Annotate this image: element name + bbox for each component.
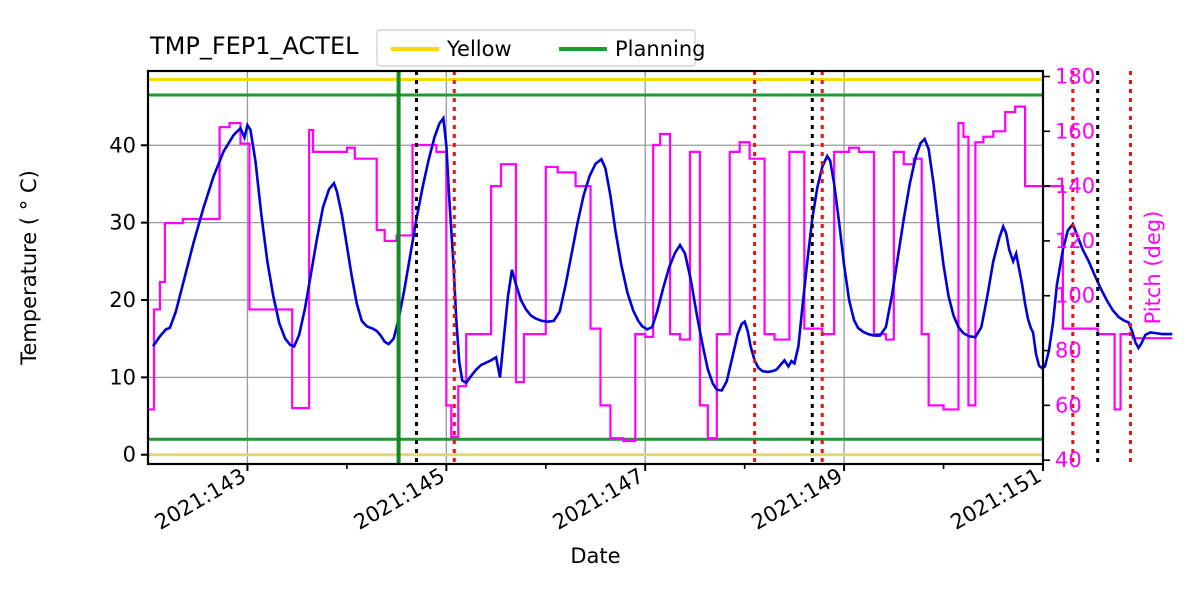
x-tick-label-2021:143: 2021:143 — [151, 464, 250, 535]
x-tick-label-2021:145: 2021:145 — [350, 464, 449, 535]
x-axis: 2021:143 2021:145 2021:147 2021:149 2021:151… — [151, 464, 1046, 568]
x-axis-title: Date — [570, 544, 620, 568]
y-right-tick-label-160: 160 — [1055, 119, 1095, 143]
limit-lines — [148, 78, 1043, 457]
y-tick-label-20: 20 — [109, 288, 136, 312]
y-right-tick-label-100: 100 — [1055, 284, 1095, 308]
axes-frame — [146, 69, 1045, 466]
y-axis-title-right: Pitch (deg) — [1141, 211, 1165, 325]
legend-label-planning: Planning — [615, 37, 705, 61]
y-right-tick-label-40: 40 — [1055, 448, 1082, 472]
title-area: TMP_FEP1_ACTEL — [149, 32, 359, 60]
chart-title: TMP_FEP1_ACTEL — [149, 32, 359, 60]
chart-figure: 0 10 20 30 40 Temperature ( ° C) 40 60 80 100 120 1… — [0, 0, 1200, 600]
y-axis-left: 0 10 20 30 40 Temperature ( ° C) — [17, 133, 148, 467]
legend-label-yellow: Yellow — [446, 37, 512, 61]
series-pitch — [148, 105, 1173, 443]
y-tick-label-0: 0 — [123, 443, 136, 467]
chart-canvas: 0 10 20 30 40 Temperature ( ° C) 40 60 80 100 120 1… — [17, 29, 1173, 568]
y-tick-label-10: 10 — [109, 365, 136, 389]
x-tick-label-2021:149: 2021:149 — [747, 464, 846, 535]
y-axis-right: 40 60 80 100 120 140 160 180 Pitch (deg) — [1043, 64, 1165, 472]
x-tick-label-2021:151: 2021:151 — [946, 464, 1045, 535]
series-line-pitch — [148, 105, 1173, 443]
series-line-temperature — [151, 114, 1173, 392]
y-tick-label-40: 40 — [109, 133, 136, 157]
x-tick-label-2021:147: 2021:147 — [549, 464, 648, 535]
y-right-tick-label-60: 60 — [1055, 393, 1082, 417]
y-axis-title-left: Temperature ( ° C) — [17, 170, 41, 366]
y-tick-label-30: 30 — [109, 211, 136, 235]
y-right-tick-label-180: 180 — [1055, 64, 1095, 88]
series-temperature — [151, 114, 1173, 392]
plot-border — [146, 69, 1045, 466]
y-right-tick-label-80: 80 — [1055, 339, 1082, 363]
legend[interactable]: Yellow Planning — [376, 29, 705, 67]
grid-lines — [148, 71, 1043, 464]
y-right-tick-label-140: 140 — [1055, 174, 1095, 198]
y-right-tick-label-120: 120 — [1055, 229, 1095, 253]
